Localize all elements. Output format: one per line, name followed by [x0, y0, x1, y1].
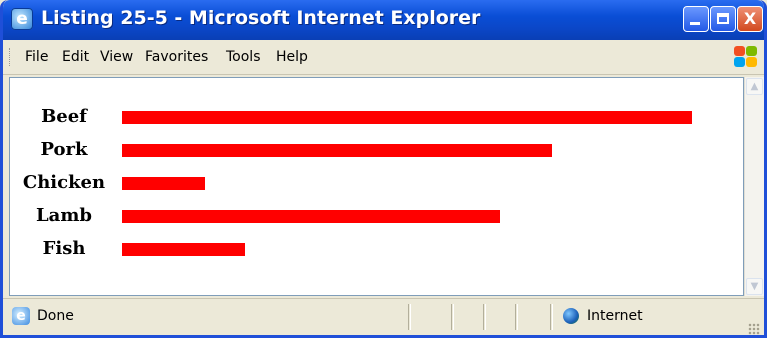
chart-row: Chicken — [10, 172, 730, 201]
zone-text: Internet — [587, 308, 643, 324]
menu-file[interactable]: File — [25, 49, 48, 65]
bar-label: Chicken — [22, 172, 106, 193]
bar — [122, 144, 552, 157]
status-divider — [515, 304, 518, 330]
menu-view[interactable]: View — [100, 49, 133, 65]
window-title: Listing 25-5 - Microsoft Internet Explor… — [41, 7, 481, 29]
status-divider — [451, 304, 454, 330]
chart-row: Pork — [10, 139, 730, 168]
maximize-button[interactable] — [710, 6, 736, 32]
status-divider — [408, 304, 411, 330]
bar-label: Lamb — [36, 205, 92, 226]
minimize-button[interactable] — [683, 6, 709, 32]
maximize-icon — [717, 13, 729, 24]
scroll-up-icon[interactable]: ▲ — [746, 78, 763, 95]
ie-icon[interactable]: e — [11, 8, 33, 30]
close-icon: X — [743, 9, 757, 28]
bar — [122, 210, 500, 223]
internet-zone-icon — [563, 308, 579, 324]
bar-label: Pork — [40, 139, 88, 160]
status-bar: e Done Internet — [3, 298, 764, 335]
menu-favorites[interactable]: Favorites — [145, 49, 208, 65]
bar — [122, 177, 205, 190]
scroll-down-icon[interactable]: ▼ — [746, 278, 763, 295]
windows-logo-icon — [734, 46, 758, 68]
toolbar-grip[interactable] — [9, 48, 13, 66]
bar — [122, 111, 692, 124]
chart-row: Beef — [10, 106, 730, 135]
chart-row: Lamb — [10, 205, 730, 234]
status-divider — [483, 304, 486, 330]
close-button[interactable]: X — [737, 6, 763, 32]
page-content: Beef Pork Chicken Lamb Fish — [9, 77, 744, 296]
vertical-scrollbar[interactable]: ▲ ▼ — [744, 77, 764, 296]
browser-window: e Listing 25-5 - Microsoft Internet Expl… — [0, 0, 767, 338]
menu-bar: File Edit View Favorites Tools Help — [3, 40, 764, 75]
chart-row: Fish — [10, 238, 730, 267]
bar-label: Fish — [42, 238, 86, 259]
bar-label: Beef — [41, 106, 87, 127]
status-divider — [550, 304, 553, 330]
menu-tools[interactable]: Tools — [226, 49, 261, 65]
menu-edit[interactable]: Edit — [62, 49, 89, 65]
resize-grip-icon[interactable] — [748, 323, 760, 335]
title-bar[interactable]: e Listing 25-5 - Microsoft Internet Expl… — [3, 0, 764, 40]
status-text: Done — [37, 308, 74, 324]
bar — [122, 243, 245, 256]
menu-help[interactable]: Help — [276, 49, 308, 65]
minimize-icon — [690, 22, 700, 25]
page-icon: e — [12, 307, 30, 325]
